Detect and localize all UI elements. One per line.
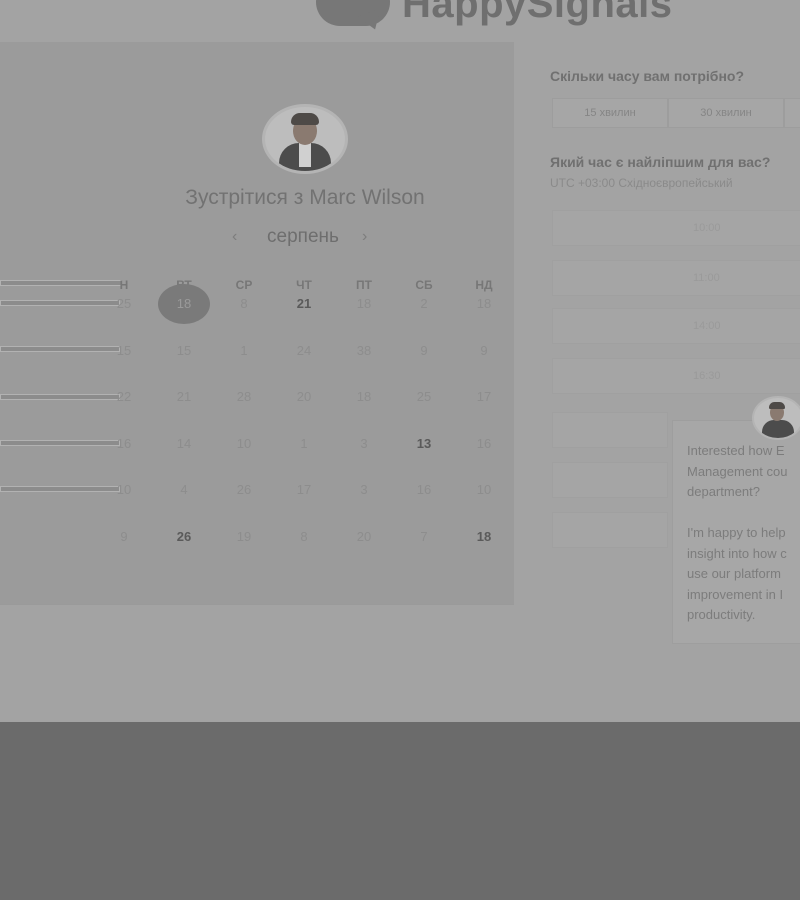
- calendar-day[interactable]: 17: [464, 387, 504, 407]
- calendar-day[interactable]: 15: [104, 341, 144, 361]
- scrollbar-track: [0, 394, 120, 400]
- calendar-day[interactable]: 21: [164, 387, 204, 407]
- calendar-day[interactable]: 2: [404, 294, 444, 314]
- prev-month-button[interactable]: ‹: [232, 228, 237, 246]
- weekday-label: ПТ: [356, 278, 372, 292]
- meeting-title: Зустрітися з Marc Wilson: [185, 186, 425, 209]
- calendar-day[interactable]: 16: [404, 480, 444, 500]
- calendar-day[interactable]: 18: [344, 294, 384, 314]
- calendar-day[interactable]: 1: [224, 341, 264, 361]
- calendar-day[interactable]: 3: [344, 434, 384, 454]
- calendar-day[interactable]: 4: [164, 480, 204, 500]
- weekday-label: ЧТ: [296, 278, 312, 292]
- duration-question: Скільки часу вам потрібно?: [550, 68, 745, 84]
- time-slot-label: 11:00: [693, 272, 720, 284]
- chat-message: Interested how E Management cou departme…: [687, 443, 788, 499]
- divider: [0, 604, 514, 605]
- chat-avatar: [752, 396, 800, 440]
- calendar-panel: [0, 42, 514, 604]
- month-label: серпень: [267, 226, 339, 247]
- calendar-day[interactable]: 18: [344, 387, 384, 407]
- calendar-day[interactable]: 15: [164, 341, 204, 361]
- calendar-day[interactable]: 10: [104, 480, 144, 500]
- time-slot-label: 14:00: [693, 320, 721, 332]
- logo-text: HappySignals: [402, 0, 673, 26]
- calendar-day[interactable]: 26: [164, 527, 204, 547]
- scrollbar-track: [0, 440, 120, 446]
- scrollbar-track: [0, 346, 120, 352]
- duration-more-button[interactable]: [784, 98, 800, 128]
- month-nav: ‹ серпень ›: [228, 226, 378, 250]
- calendar-day[interactable]: 18: [464, 527, 504, 547]
- calendar-day[interactable]: 8: [224, 294, 264, 314]
- page: HappySignals Зустрітися з Marc Wilson ‹ …: [0, 0, 800, 722]
- calendar-day[interactable]: 3: [344, 480, 384, 500]
- duration-30-button[interactable]: 30 хвилин: [668, 98, 784, 128]
- calendar-day[interactable]: 25: [104, 294, 144, 314]
- header: HappySignals: [0, 0, 800, 42]
- calendar-day[interactable]: 8: [284, 527, 324, 547]
- time-slot[interactable]: 10:00: [552, 210, 800, 246]
- time-slot[interactable]: [552, 512, 668, 548]
- calendar-day[interactable]: 38: [344, 341, 384, 361]
- calendar-day[interactable]: 20: [284, 387, 324, 407]
- calendar-day[interactable]: 19: [224, 527, 264, 547]
- weekday-label: НД: [475, 278, 493, 292]
- time-slot[interactable]: [552, 412, 668, 448]
- next-month-button[interactable]: ›: [362, 228, 367, 246]
- calendar-day[interactable]: 16: [104, 434, 144, 454]
- time-slot[interactable]: 16:30: [552, 358, 800, 394]
- calendar-day[interactable]: 10: [224, 434, 264, 454]
- duration-15-button[interactable]: 15 хвилин: [552, 98, 668, 128]
- time-slot[interactable]: 14:00: [552, 308, 800, 344]
- calendar-day[interactable]: 1: [284, 434, 324, 454]
- time-slot[interactable]: [552, 462, 668, 498]
- time-slot[interactable]: 11:00: [552, 260, 800, 296]
- scrollbar-track: [0, 486, 120, 492]
- calendar-day[interactable]: 26: [224, 480, 264, 500]
- weekday-label: Н: [119, 278, 129, 292]
- calendar-day[interactable]: 20: [344, 527, 384, 547]
- host-avatar: [262, 104, 348, 174]
- calendar-day[interactable]: 28: [224, 387, 264, 407]
- time-question: Який час є найліпшим для вас?: [550, 154, 771, 170]
- calendar-day[interactable]: 9: [104, 527, 144, 547]
- calendar-day[interactable]: 18: [464, 294, 504, 314]
- logo-icon: [316, 0, 390, 26]
- calendar-day[interactable]: 24: [284, 341, 324, 361]
- calendar-day[interactable]: 9: [464, 341, 504, 361]
- calendar-day[interactable]: 7: [404, 527, 444, 547]
- calendar-day[interactable]: 18: [158, 284, 210, 324]
- calendar-day[interactable]: 13: [404, 434, 444, 454]
- calendar-day[interactable]: 25: [404, 387, 444, 407]
- calendar-day[interactable]: 9: [404, 341, 444, 361]
- calendar-day[interactable]: 14: [164, 434, 204, 454]
- calendar-day[interactable]: 10: [464, 480, 504, 500]
- timezone-label: UTC +03:00 Східноєвропейський: [550, 176, 733, 190]
- calendar-day[interactable]: 17: [284, 480, 324, 500]
- scrollbar-track: [0, 300, 120, 306]
- calendar-day[interactable]: 22: [104, 387, 144, 407]
- weekday-label: СР: [235, 278, 253, 292]
- time-slot-label: 16:30: [693, 370, 721, 382]
- chat-message: I'm happy to help insight into how c use…: [687, 525, 787, 622]
- calendar-day[interactable]: 21: [284, 294, 324, 314]
- time-slot-label: 10:00: [693, 222, 721, 234]
- weekday-label: СБ: [415, 278, 433, 292]
- calendar-day[interactable]: 16: [464, 434, 504, 454]
